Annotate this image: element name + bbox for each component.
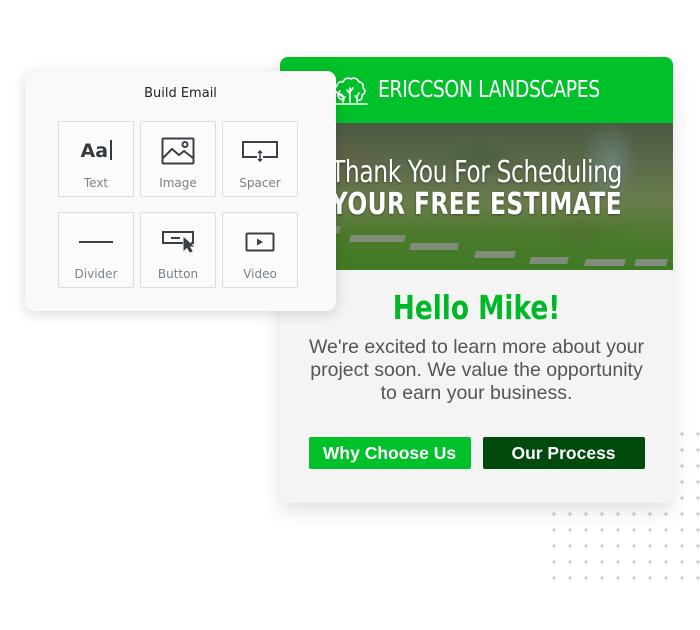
tile-label: Video [243,267,277,281]
email-preview-card: ERICCSON LANDSCAPES Thank You For Schedu… [280,57,673,503]
tile-button[interactable]: Button [140,212,216,288]
build-email-panel: Build Email Aa Text Image Spacer Divider… [25,71,336,311]
hero-title-line2: YOUR FREE ESTIMATE [330,187,623,222]
video-icon [245,227,275,257]
tile-label: Divider [74,267,118,281]
tile-divider[interactable]: Divider [58,212,134,288]
tile-spacer[interactable]: Spacer [222,121,298,197]
tile-image[interactable]: Image [140,121,216,197]
block-tile-grid: Aa Text Image Spacer Divider Button Vide… [58,121,298,288]
spacer-icon [241,136,279,166]
email-header: ERICCSON LANDSCAPES [280,57,673,123]
tile-label: Button [157,267,199,281]
hero-banner: Thank You For Scheduling YOUR FREE ESTIM… [280,123,673,270]
our-process-button[interactable]: Our Process [482,437,645,469]
email-button-row: Why Choose Us Our Process [280,437,673,469]
text-icon: Aa [80,136,112,166]
email-body-text: We're excited to learn more about your p… [308,336,645,404]
tile-label: Spacer [239,176,281,190]
tile-text[interactable]: Aa Text [58,121,134,197]
tree-icon [330,72,370,108]
brand-name: ERICCSON LANDSCAPES [378,77,601,103]
divider-icon [79,227,113,257]
tile-label: Image [159,176,197,190]
hero-title-line1: Thank You For Scheduling [330,155,623,190]
greeting-heading: Hello Mike! [392,288,561,327]
hero-title: Thank You For Scheduling YOUR FREE ESTIM… [280,156,673,220]
tile-label: Text [83,176,109,190]
button-icon [161,227,195,257]
panel-title: Build Email [144,86,217,101]
why-choose-us-button[interactable]: Why Choose Us [308,437,471,469]
tile-video[interactable]: Video [222,212,298,288]
image-icon [161,136,195,166]
